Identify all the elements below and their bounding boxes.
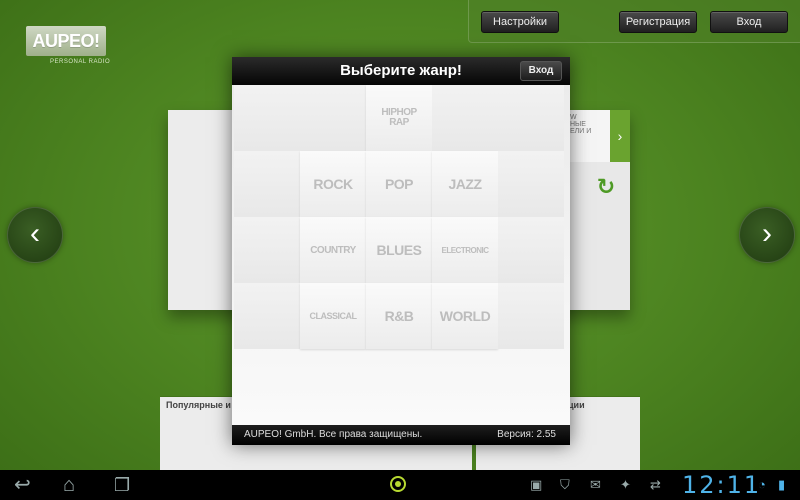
next-button[interactable]: › <box>739 207 795 263</box>
grid-blank <box>234 283 300 349</box>
background-side-text: W НЫЕ ЕЛИ И <box>568 110 612 162</box>
settings-button[interactable]: Настройки <box>481 11 559 33</box>
sync-icon[interactable]: ⇄ <box>650 475 661 495</box>
dialog-login-button[interactable]: Вход <box>520 61 562 81</box>
refresh-icon[interactable]: ↻ <box>594 175 618 199</box>
back-icon[interactable]: ↩ <box>14 475 31 495</box>
login-button[interactable]: Вход <box>710 11 788 33</box>
chevron-left-icon: ‹ <box>30 217 40 250</box>
shop-icon[interactable]: ⛉ <box>560 475 570 495</box>
grid-blank <box>432 85 498 151</box>
genre-world[interactable]: WORLD <box>432 283 498 349</box>
home-icon[interactable]: ⌂ <box>63 475 75 495</box>
twitter-icon[interactable]: ✦ <box>620 475 631 495</box>
genre-dialog: Выберите жанр! Вход HIPHOP RAP ROCK POP … <box>232 57 570 445</box>
grid-blank <box>498 283 564 349</box>
battery-icon: ▮ <box>778 477 786 492</box>
launcher-indicator-icon[interactable] <box>390 476 406 492</box>
genre-rock[interactable]: ROCK <box>300 151 366 217</box>
dialog-header: Выберите жанр! Вход <box>232 57 570 85</box>
genre-electronic[interactable]: ELECTRONIC <box>432 217 498 283</box>
dialog-footer: AUPEO! GmbH. Все права защищены. Версия:… <box>232 425 570 445</box>
recent-apps-icon[interactable]: ❐ <box>114 475 130 495</box>
copyright-text: AUPEO! GmbH. Все права защищены. <box>244 429 423 440</box>
dialog-title: Выберите жанр! <box>340 62 462 79</box>
grid-blank <box>234 151 300 217</box>
grid-blank <box>498 217 564 283</box>
grid-blank <box>234 85 300 151</box>
grid-blank <box>498 151 564 217</box>
genre-pop[interactable]: POP <box>366 151 432 217</box>
top-bar: Настройки Регистрация Вход <box>468 0 800 43</box>
grid-blank <box>234 217 300 283</box>
mail-icon[interactable]: ✉ <box>590 475 601 495</box>
logo-tagline: PERSONAL RADIO <box>50 59 111 65</box>
grid-blank <box>300 85 366 151</box>
genre-jazz[interactable]: JAZZ <box>432 151 498 217</box>
previous-button[interactable]: ‹ <box>7 207 63 263</box>
gallery-icon[interactable]: ▣ <box>530 475 542 495</box>
chevron-right-icon[interactable]: › <box>610 110 630 162</box>
genre-classical[interactable]: CLASSICAL <box>300 283 366 349</box>
genre-grid: HIPHOP RAP ROCK POP JAZZ COUNTRY BLUES E… <box>232 85 570 425</box>
wifi-icon: ◔ <box>758 477 766 492</box>
genre-hiphop-rap[interactable]: HIPHOP RAP <box>366 85 432 151</box>
grid-blank <box>498 85 564 151</box>
version-text: Версия: 2.55 <box>497 429 556 440</box>
aupeo-logo: AUPEO! <box>26 26 106 56</box>
genre-blues[interactable]: BLUES <box>366 217 432 283</box>
chevron-right-icon: › <box>762 217 772 250</box>
clock: 12:11 <box>682 471 762 499</box>
register-button[interactable]: Регистрация <box>619 11 697 33</box>
genre-rnb[interactable]: R&B <box>366 283 432 349</box>
genre-country[interactable]: COUNTRY <box>300 217 366 283</box>
